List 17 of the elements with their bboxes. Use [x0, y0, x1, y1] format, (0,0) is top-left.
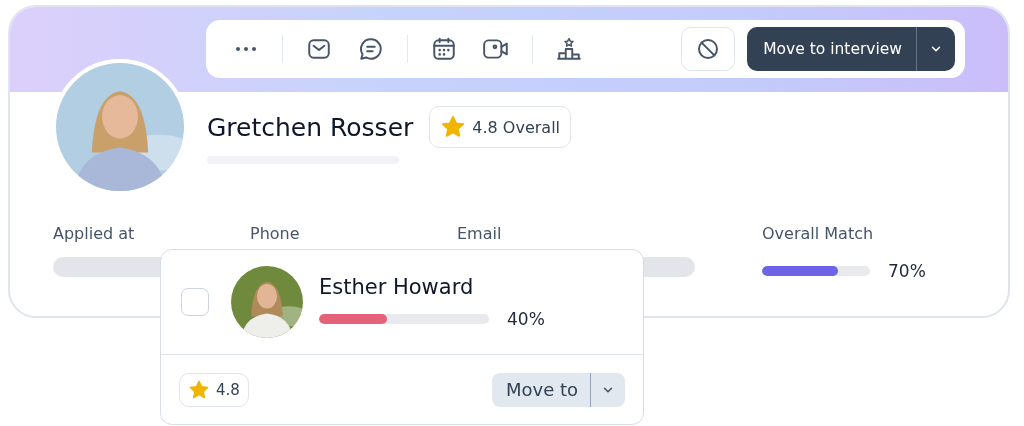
- checkbox[interactable]: [181, 288, 209, 316]
- match-percent: 40%: [507, 309, 545, 329]
- block-button[interactable]: [681, 27, 736, 71]
- field-label: Overall Match: [762, 224, 875, 243]
- star-icon: [440, 114, 467, 140]
- candidate-name: Gretchen Rosser: [207, 112, 414, 142]
- candidate-name: Esther Howard: [319, 275, 475, 299]
- field-label: Email: [457, 224, 503, 243]
- rating-text: 4.8: [216, 380, 240, 399]
- move-to-interview-button[interactable]: Move to interview: [747, 27, 917, 71]
- star-icon: [188, 378, 210, 401]
- move-to-button[interactable]: Move to: [491, 372, 591, 407]
- rating-text: 4.8 Overall: [472, 117, 561, 137]
- block-icon: [696, 37, 721, 61]
- match-percent: 70%: [888, 261, 926, 281]
- field-label: Applied at: [53, 224, 136, 243]
- field-label: Phone: [250, 224, 301, 243]
